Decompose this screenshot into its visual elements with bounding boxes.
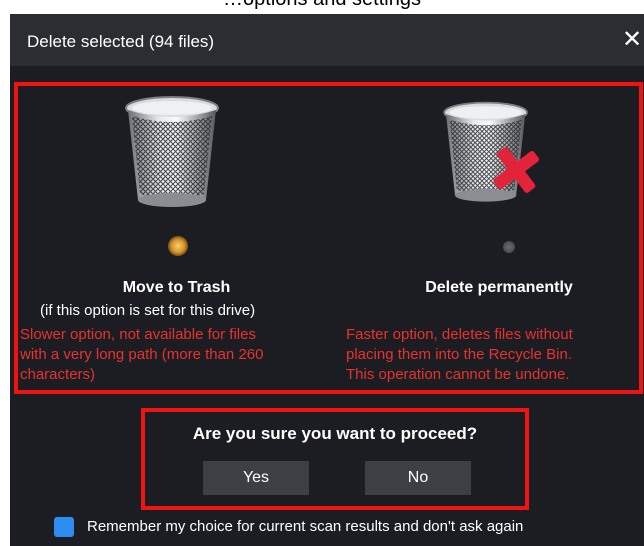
delete-permanently-warning-3: This operation cannot be undone.	[346, 366, 570, 383]
checkbox-icon[interactable]	[54, 517, 74, 537]
delete-dialog: Delete selected (94 files) ✕ Move to Tra…	[10, 14, 644, 546]
move-to-trash-title: Move to Trash	[122, 279, 231, 296]
delete-options-group: Move to Trash (if this option is set for…	[14, 82, 643, 394]
no-button[interactable]: No	[365, 461, 471, 495]
remember-choice-row[interactable]: Remember my choice for current scan resu…	[54, 516, 634, 540]
confirm-question: Are you sure you want to proceed?	[192, 424, 478, 443]
confirmation-group: Are you sure you want to proceed? Yes No	[141, 408, 529, 510]
dialog-title: Delete selected (94 files)	[27, 32, 215, 51]
move-to-trash-warning-2: with a very long path (more than 260	[20, 346, 264, 363]
move-to-trash-radio[interactable]	[168, 236, 188, 256]
trash-bin-delete-icon[interactable]	[437, 94, 545, 212]
dialog-titlebar: Delete selected (94 files) ✕	[10, 14, 644, 66]
close-icon[interactable]: ✕	[622, 28, 642, 52]
move-to-trash-warning-1: Slower option, not available for files	[20, 326, 256, 343]
remember-choice-label: Remember my choice for current scan resu…	[87, 518, 524, 535]
top-strip: …options and settings	[0, 0, 644, 14]
delete-permanently-warning-1: Faster option, deletes files without	[346, 326, 573, 343]
trash-bin-icon[interactable]	[118, 94, 226, 212]
move-to-trash-warning-3: characters)	[20, 366, 96, 383]
top-caption: …options and settings	[0, 0, 644, 11]
move-to-trash-subtitle: (if this option is set for this drive)	[40, 302, 256, 319]
delete-permanently-title: Delete permanently	[425, 279, 573, 296]
delete-permanently-warning-2: placing them into the Recycle Bin.	[346, 346, 572, 363]
delete-permanently-radio[interactable]	[503, 241, 515, 253]
yes-button[interactable]: Yes	[203, 461, 309, 495]
